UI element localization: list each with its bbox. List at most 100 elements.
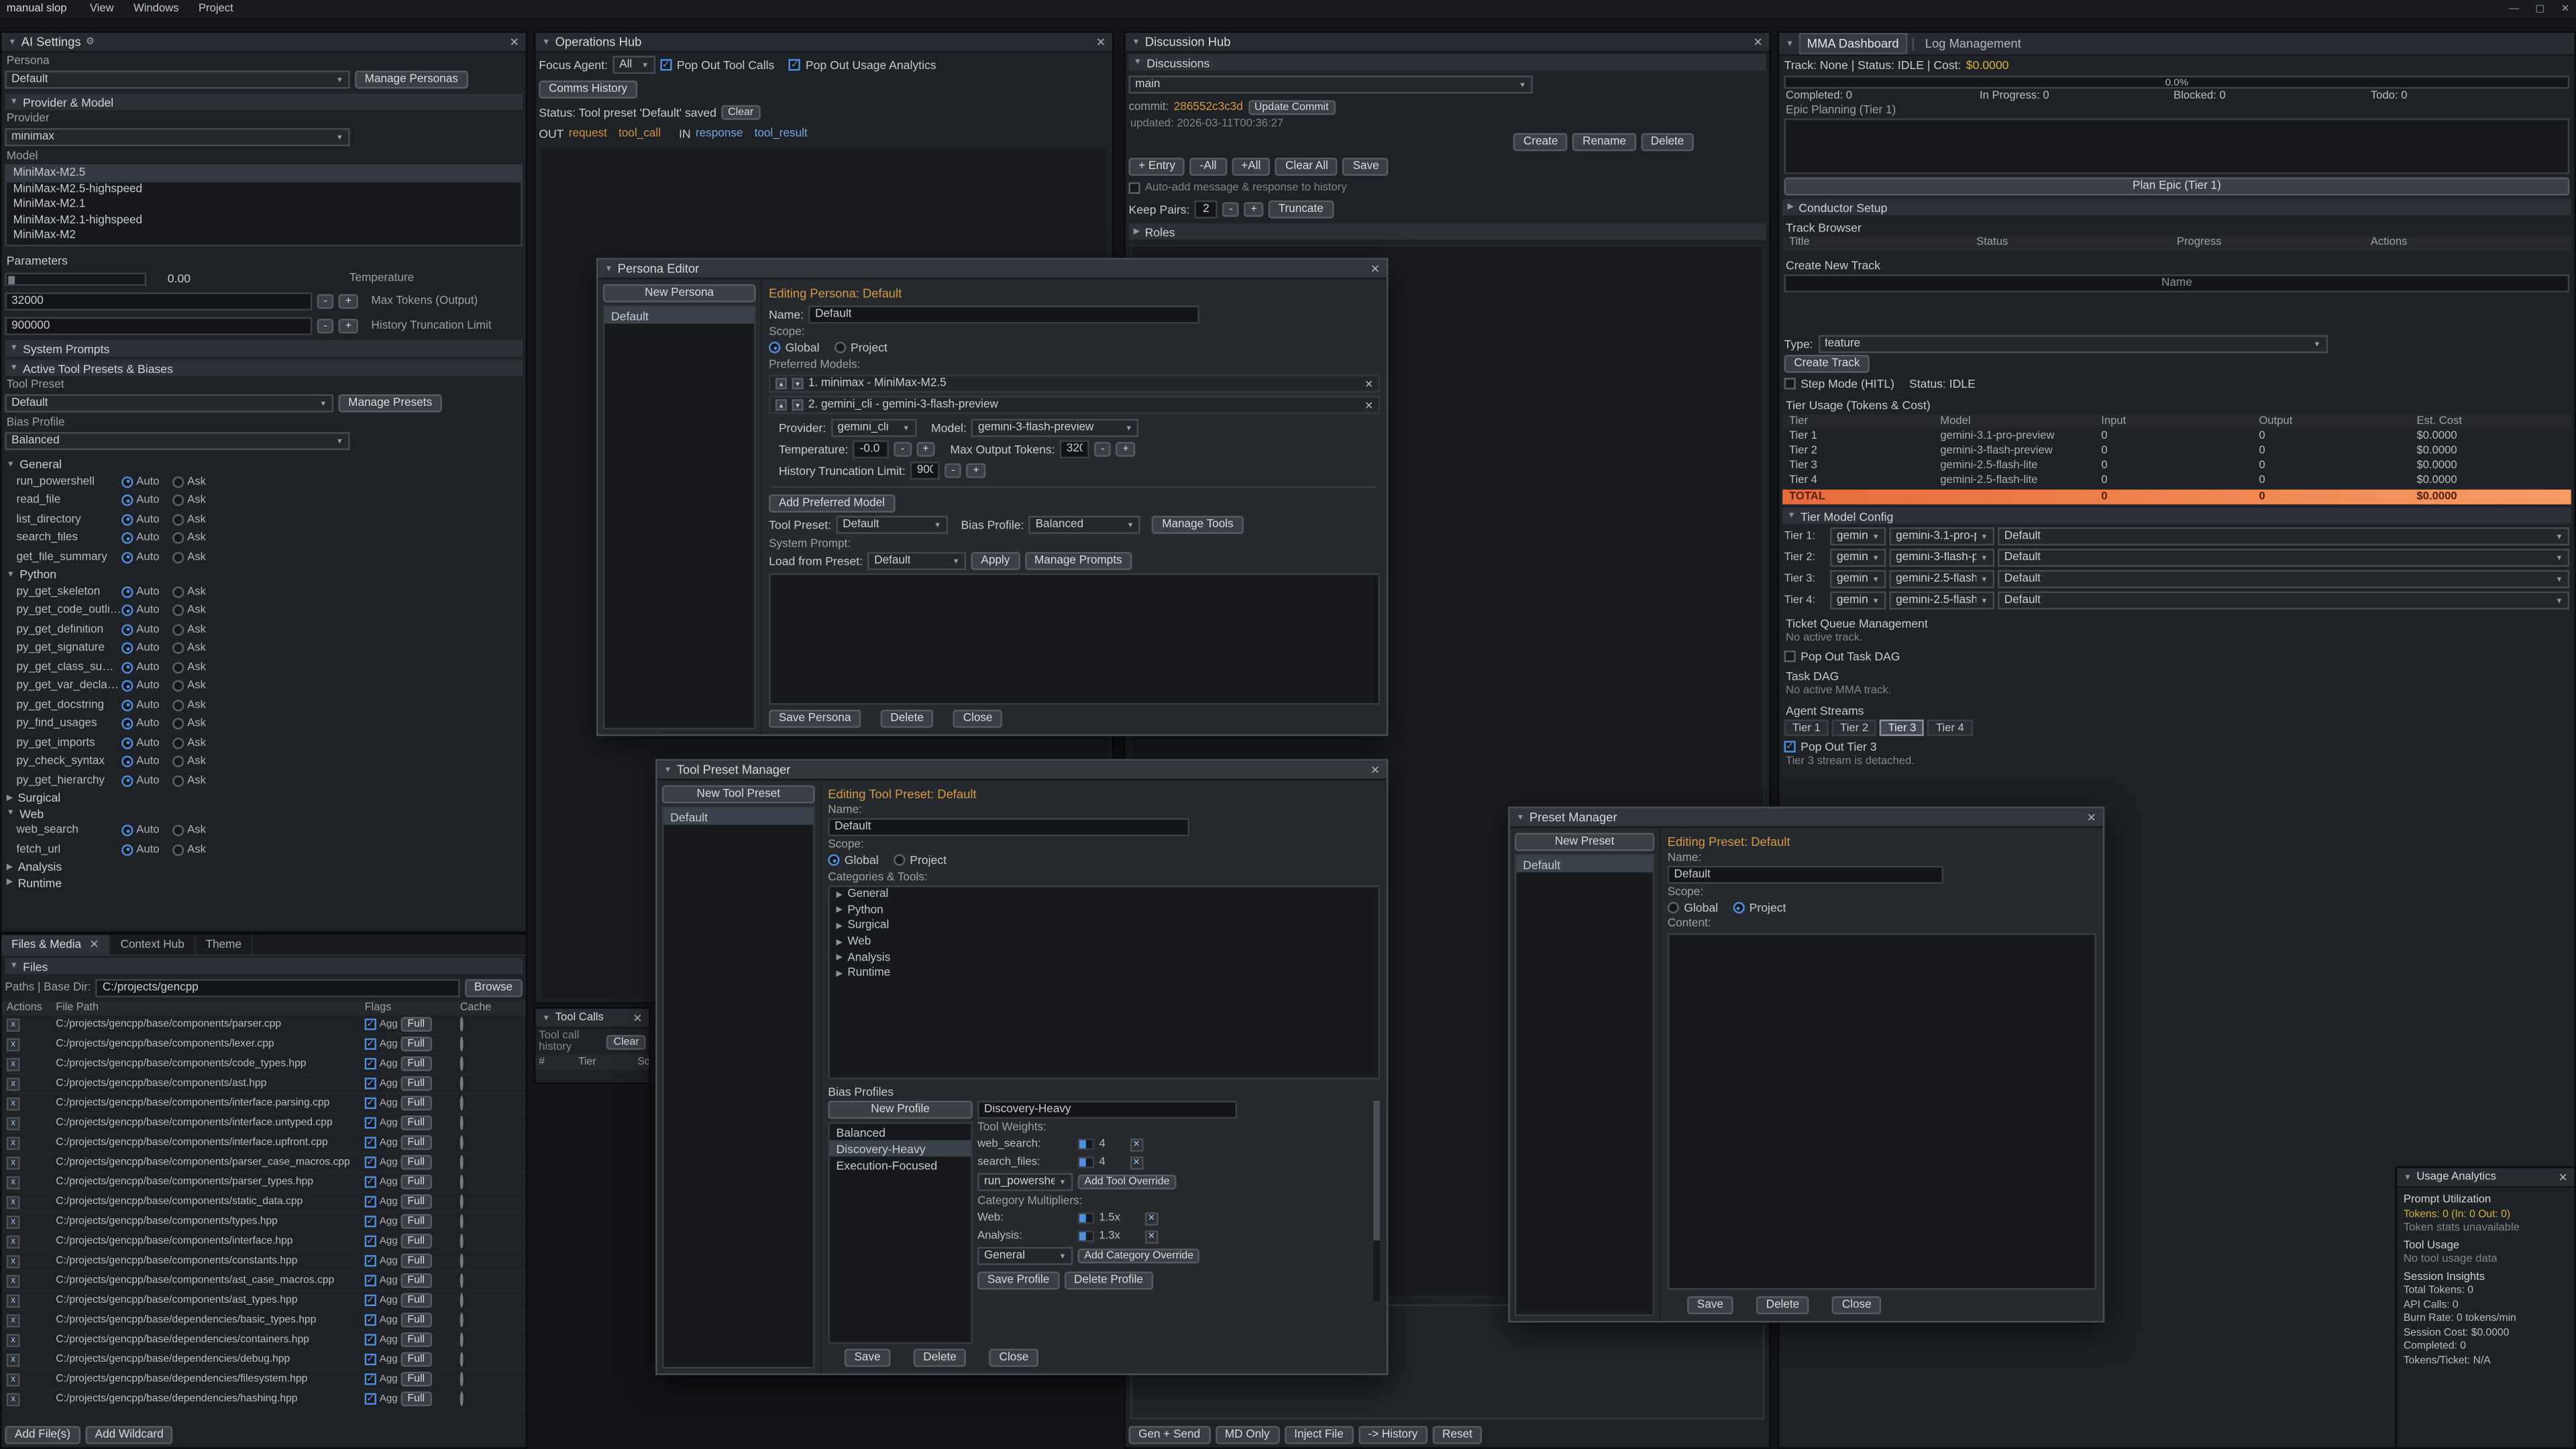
tpm-scope-project-radio[interactable] [894,854,905,865]
ask-radio[interactable] [172,661,184,673]
bias-profile-list-item[interactable]: Execution-Focused [830,1157,971,1173]
auto-radio[interactable] [121,718,133,730]
model-list-item[interactable]: MiniMax-M2.5 [7,166,521,181]
full-button[interactable]: Full [401,1135,431,1150]
auto-radio[interactable] [121,661,133,673]
auto-radio[interactable] [121,737,133,749]
base-dir-input[interactable] [96,979,460,998]
update-commit-button[interactable]: Update Commit [1248,100,1335,115]
add-category-override-button[interactable]: Add Category Override [1078,1248,1200,1263]
bias-profile-select[interactable]: Balanced▼ [5,432,350,450]
discussion-manage-button[interactable]: Create [1513,133,1568,151]
new-persona-button[interactable]: New Persona [603,284,756,303]
auto-radio[interactable] [121,825,133,837]
category-row[interactable]: ▶Analysis [830,950,1379,965]
truncate-button[interactable]: Truncate [1269,201,1333,219]
move-up-button[interactable]: ▲ [775,378,787,389]
step-mode-checkbox[interactable]: ✓ [1784,378,1796,389]
tool-preset-manager-header[interactable]: ▼ Tool Preset Manager ✕ [657,761,1387,780]
ask-radio[interactable] [172,643,184,654]
track-type-select[interactable]: feature▼ [1818,335,2327,354]
history-decrement-button[interactable]: - [945,464,961,478]
agg-checkbox[interactable]: ✓ [365,1216,376,1227]
comms-history-button[interactable]: Comms History [539,80,637,99]
out-filter-chip[interactable]: tool_call [619,128,661,140]
keep-pairs-decrement-button[interactable]: - [1222,202,1239,217]
remove-file-button[interactable]: x [7,1215,20,1228]
category-row[interactable]: ▶General [830,887,1379,902]
full-button[interactable]: Full [401,1214,431,1229]
full-button[interactable]: Full [401,1273,431,1288]
tool-preset-select[interactable]: Default▼ [5,394,333,413]
new-profile-button[interactable]: New Profile [828,1101,973,1119]
preset-footer-button[interactable]: Save [1687,1296,1733,1314]
close-icon[interactable]: ✕ [1371,763,1380,777]
full-button[interactable]: Full [401,1194,431,1209]
ask-radio[interactable] [172,825,184,837]
category-row[interactable]: ▶Surgical [830,918,1379,934]
pe-bias-profile-select[interactable]: Balanced▼ [1029,516,1141,534]
auto-radio[interactable] [121,775,133,786]
agg-checkbox[interactable]: ✓ [365,1018,376,1030]
menu-item[interactable]: View [80,3,123,15]
entry-action-button[interactable]: Save [1343,158,1389,176]
remove-file-button[interactable]: x [7,1333,20,1346]
entry-action-button[interactable]: +All [1232,158,1271,176]
temp-decrement-button[interactable]: - [894,442,911,457]
full-button[interactable]: Full [401,1116,431,1130]
composer-action-button[interactable]: -> History [1358,1426,1428,1444]
auto-radio[interactable] [121,680,133,692]
ask-radio[interactable] [172,844,184,855]
tier-model-select[interactable]: gemini-2.5-flash-lite▼ [1889,570,1994,588]
agg-checkbox[interactable]: ✓ [365,1078,376,1089]
browse-button[interactable]: Browse [464,979,523,998]
apply-button[interactable]: Apply [971,552,1020,570]
agent-stream-tab[interactable]: Tier 1 [1784,720,1829,736]
history-limit-increment-button[interactable]: + [339,319,358,333]
agent-stream-tab[interactable]: Tier 2 [1832,720,1876,736]
pe-history-input[interactable] [910,462,940,480]
add-wildcard-button[interactable]: Add Wildcard [85,1426,173,1444]
create-track-button[interactable]: Create Track [1784,355,1870,373]
tool-group-web[interactable]: ▼Web [1,806,525,821]
out-filter-chip[interactable]: request [569,128,607,140]
discussions-section[interactable]: ▼Discussions [1128,54,1766,70]
full-button[interactable]: Full [401,1017,431,1032]
full-button[interactable]: Full [401,1036,431,1051]
temp-increment-button[interactable]: + [916,442,935,457]
pop-out-dag-checkbox[interactable]: ✓ [1784,651,1796,662]
persona-footer-button[interactable]: Delete [881,710,934,728]
remove-file-button[interactable]: x [7,1353,20,1366]
max-tokens-input[interactable] [5,292,312,311]
preset-content-textarea[interactable] [1668,933,2096,1289]
entry-action-button[interactable]: Clear All [1275,158,1338,176]
agg-checkbox[interactable]: ✓ [365,1196,376,1208]
agent-stream-tab[interactable]: Tier 3 [1880,720,1924,736]
preset-footer-button[interactable]: Delete [1756,1296,1809,1314]
load-preset-select[interactable]: Default▼ [867,552,966,570]
agg-checkbox[interactable]: ✓ [365,1393,376,1405]
pe-temperature-input[interactable] [853,440,890,458]
slider-thumb[interactable] [8,275,15,283]
ask-radio[interactable] [172,737,184,749]
provider-select[interactable]: minimax▼ [5,128,350,146]
full-button[interactable]: Full [401,1391,431,1406]
agg-checkbox[interactable]: ✓ [365,1236,376,1247]
gear-icon[interactable]: ⚙ [86,36,95,48]
ask-radio[interactable] [172,514,184,525]
move-down-button[interactable]: ▼ [792,399,803,411]
discussion-manage-button[interactable]: Rename [1572,133,1635,151]
composer-action-button[interactable]: Reset [1432,1426,1482,1444]
remove-file-button[interactable]: x [7,1234,20,1248]
ask-radio[interactable] [172,586,184,598]
tpm-footer-button[interactable]: Save [845,1349,890,1367]
ask-radio[interactable] [172,533,184,544]
tpm-footer-button[interactable]: Delete [914,1349,967,1367]
auto-radio[interactable] [121,476,133,488]
discussion-hub-header[interactable]: ▼ Discussion Hub ✕ [1126,33,1770,52]
model-list-item[interactable]: MiniMax-M2.1 [7,197,521,213]
system-prompt-textarea[interactable] [769,574,1380,705]
plan-epic-button[interactable]: Plan Epic (Tier 1) [1784,177,2570,195]
agg-checkbox[interactable]: ✓ [365,1314,376,1326]
agg-checkbox[interactable]: ✓ [365,1176,376,1187]
